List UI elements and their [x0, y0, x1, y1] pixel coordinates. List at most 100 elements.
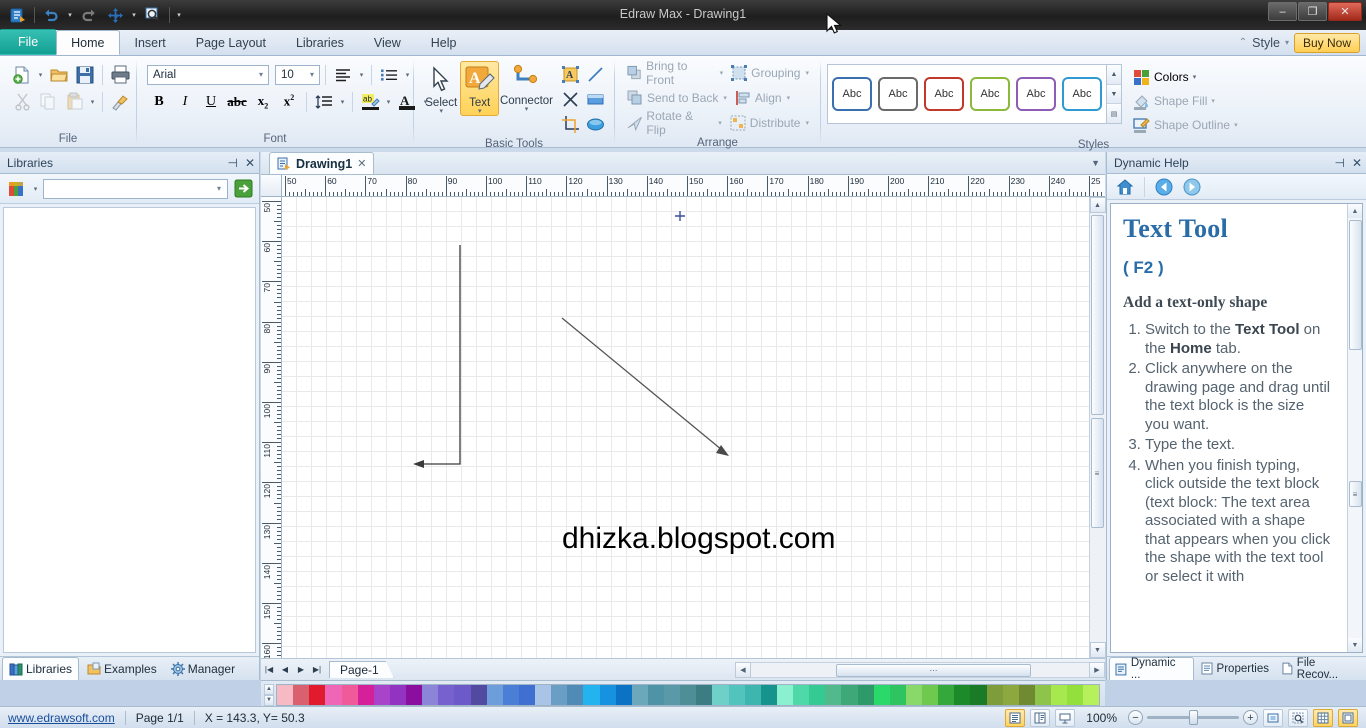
style-dropdown-icon[interactable]: ▾ — [1285, 38, 1289, 47]
hscroll-thumb[interactable]: ⋯ — [836, 663, 1031, 677]
palette-swatch[interactable] — [938, 684, 955, 705]
connector-tool-dropdown-icon[interactable]: ▾ — [525, 106, 529, 113]
help-scroll-grip[interactable]: ≡ — [1348, 481, 1362, 507]
tab-view[interactable]: View — [359, 30, 416, 55]
libraries-shape-area[interactable] — [3, 207, 256, 653]
style-menu[interactable]: Style — [1252, 36, 1280, 50]
tab-libraries[interactable]: Libraries — [281, 30, 359, 55]
dynamic-help-content-area[interactable]: Text Tool ( F2 ) Add a text-only shape S… — [1110, 203, 1363, 653]
palette-swatch[interactable] — [389, 684, 406, 705]
document-tab-close-icon[interactable]: ✕ — [357, 157, 366, 170]
libraries-pin-icon[interactable]: ⊣ — [227, 156, 237, 170]
collapse-ribbon-icon[interactable]: ⌃ — [1239, 37, 1247, 48]
library-search-input[interactable]: ▾ — [43, 178, 228, 199]
text-highlight-dropdown-icon[interactable]: ▾ — [384, 98, 393, 106]
bold-icon[interactable]: B — [147, 90, 171, 114]
align-text-icon[interactable] — [331, 63, 355, 87]
style-sample-5[interactable]: Abc — [1016, 77, 1056, 111]
scroll-down-icon[interactable]: ▼ — [1089, 642, 1106, 658]
bullet-list-icon[interactable] — [377, 63, 401, 87]
close-button[interactable]: ✕ — [1328, 2, 1362, 21]
tab-home[interactable]: Home — [56, 30, 120, 55]
move-dropdown-icon[interactable]: ▾ — [129, 11, 139, 19]
font-family-input[interactable]: Arial ▾ — [147, 64, 269, 85]
dynamic-help-pin-icon[interactable]: ⊣ — [1334, 156, 1344, 170]
palette-swatch[interactable] — [502, 684, 519, 705]
distribute-dropdown-icon[interactable]: ▾ — [805, 119, 809, 127]
grouping-dropdown-icon[interactable]: ▾ — [805, 69, 809, 77]
style-sample-4[interactable]: Abc — [970, 77, 1010, 111]
underline-icon[interactable]: U — [199, 90, 223, 114]
palette-swatch[interactable] — [809, 684, 826, 705]
customize-qat-icon[interactable]: ▾ — [174, 11, 184, 19]
text-tool-button[interactable]: A Text ▾ — [460, 61, 499, 116]
help-scroll-up-icon[interactable]: ▲ — [1347, 204, 1362, 218]
line-spacing-icon[interactable] — [312, 90, 336, 114]
help-scroll-down-icon[interactable]: ▼ — [1347, 638, 1362, 652]
palette-swatch[interactable] — [1083, 684, 1100, 705]
vscroll-track[interactable]: ≡ — [1089, 213, 1106, 642]
palette-swatch[interactable] — [760, 684, 777, 705]
palette-swatch[interactable] — [631, 684, 648, 705]
align-dropdown-icon[interactable]: ▾ — [787, 94, 791, 102]
line-spacing-dropdown-icon[interactable]: ▾ — [338, 98, 347, 106]
libraries-close-icon[interactable]: ✕ — [245, 156, 255, 170]
palette-swatch[interactable] — [373, 684, 390, 705]
palette-swatch[interactable] — [277, 684, 294, 705]
superscript-icon[interactable]: x2 — [277, 90, 301, 114]
hscroll-left-icon[interactable]: ◀ — [735, 661, 751, 678]
rp-tab-file-recovery[interactable]: File Recov... — [1276, 657, 1364, 681]
palette-swatch[interactable] — [470, 684, 487, 705]
shape-outline-dropdown-icon[interactable]: ▾ — [1234, 121, 1238, 129]
drawing-canvas[interactable]: dhizka.blogspot.com — [282, 197, 1089, 658]
send-to-back-button[interactable]: Send to Back ▾ — [623, 86, 731, 109]
gallery-expand-icon[interactable]: ▤ — [1107, 104, 1121, 124]
gallery-scroll-down-icon[interactable]: ▼ — [1107, 84, 1121, 105]
print-icon[interactable] — [108, 63, 132, 87]
vertical-ruler[interactable]: 50 60 70 80 90 100 110 120 130 140 150 160 — [261, 197, 282, 658]
lib-tab-libraries[interactable]: Libraries — [2, 657, 80, 680]
buy-now-button[interactable]: Buy Now — [1293, 32, 1360, 53]
bring-to-front-dropdown-icon[interactable]: ▾ — [720, 69, 724, 77]
italic-icon[interactable]: I — [173, 90, 197, 114]
palette-swatch[interactable] — [518, 684, 535, 705]
palette-swatch[interactable] — [986, 684, 1003, 705]
grid-icon[interactable] — [1313, 708, 1333, 727]
palette-swatch[interactable] — [744, 684, 761, 705]
colors-dropdown-icon[interactable]: ▾ — [1193, 73, 1197, 81]
colors-button[interactable]: Colors ▾ — [1129, 65, 1238, 89]
subscript-icon[interactable]: x2 — [251, 90, 275, 114]
horizontal-ruler-scale[interactable]: 50 60 70 80 90 100 110 120 130 140 150 160 170 180 190… — [282, 175, 1105, 196]
zoom-out-button[interactable]: − — [1128, 710, 1143, 725]
rotate-flip-dropdown-icon[interactable]: ▾ — [718, 119, 722, 127]
zoom-icon[interactable] — [141, 3, 165, 27]
library-palette-icon[interactable] — [4, 177, 28, 201]
palette-swatch[interactable] — [647, 684, 664, 705]
tab-help[interactable]: Help — [416, 30, 472, 55]
distribute-button[interactable]: Distribute ▾ — [726, 111, 813, 134]
bullet-list-dropdown-icon[interactable]: ▾ — [403, 71, 412, 79]
palette-swatch[interactable] — [1034, 684, 1051, 705]
help-scrollbar[interactable]: ▲ ≡ ▼ — [1347, 204, 1362, 652]
maximize-button[interactable]: ❐ — [1298, 2, 1327, 21]
palette-swatch[interactable] — [970, 684, 987, 705]
style-sample-2[interactable]: Abc — [878, 77, 918, 111]
select-tool-button[interactable]: Select ▾ — [422, 61, 460, 116]
document-tab-menu-icon[interactable]: ▼ — [1091, 158, 1100, 168]
palette-swatch[interactable] — [825, 684, 842, 705]
zoom-slider-thumb[interactable] — [1189, 710, 1198, 725]
library-go-button[interactable] — [231, 177, 255, 201]
gallery-scroll-up-icon[interactable]: ▲ — [1107, 65, 1121, 85]
palette-swatch[interactable] — [1051, 684, 1068, 705]
palette-swatch[interactable] — [454, 684, 471, 705]
palette-swatch[interactable] — [486, 684, 503, 705]
select-tool-dropdown-icon[interactable]: ▾ — [439, 108, 443, 115]
vscroll-thumb-lower[interactable]: ≡ — [1090, 418, 1104, 528]
back-icon[interactable] — [1152, 175, 1176, 199]
palette-swatch[interactable] — [341, 684, 358, 705]
library-search-dropdown-icon[interactable]: ▾ — [213, 184, 225, 193]
palette-swatch[interactable] — [905, 684, 922, 705]
rotate-flip-button[interactable]: Rotate & Flip ▾ — [623, 109, 726, 137]
font-size-dropdown-icon[interactable]: ▾ — [307, 70, 317, 79]
palette-swatch[interactable] — [293, 684, 310, 705]
